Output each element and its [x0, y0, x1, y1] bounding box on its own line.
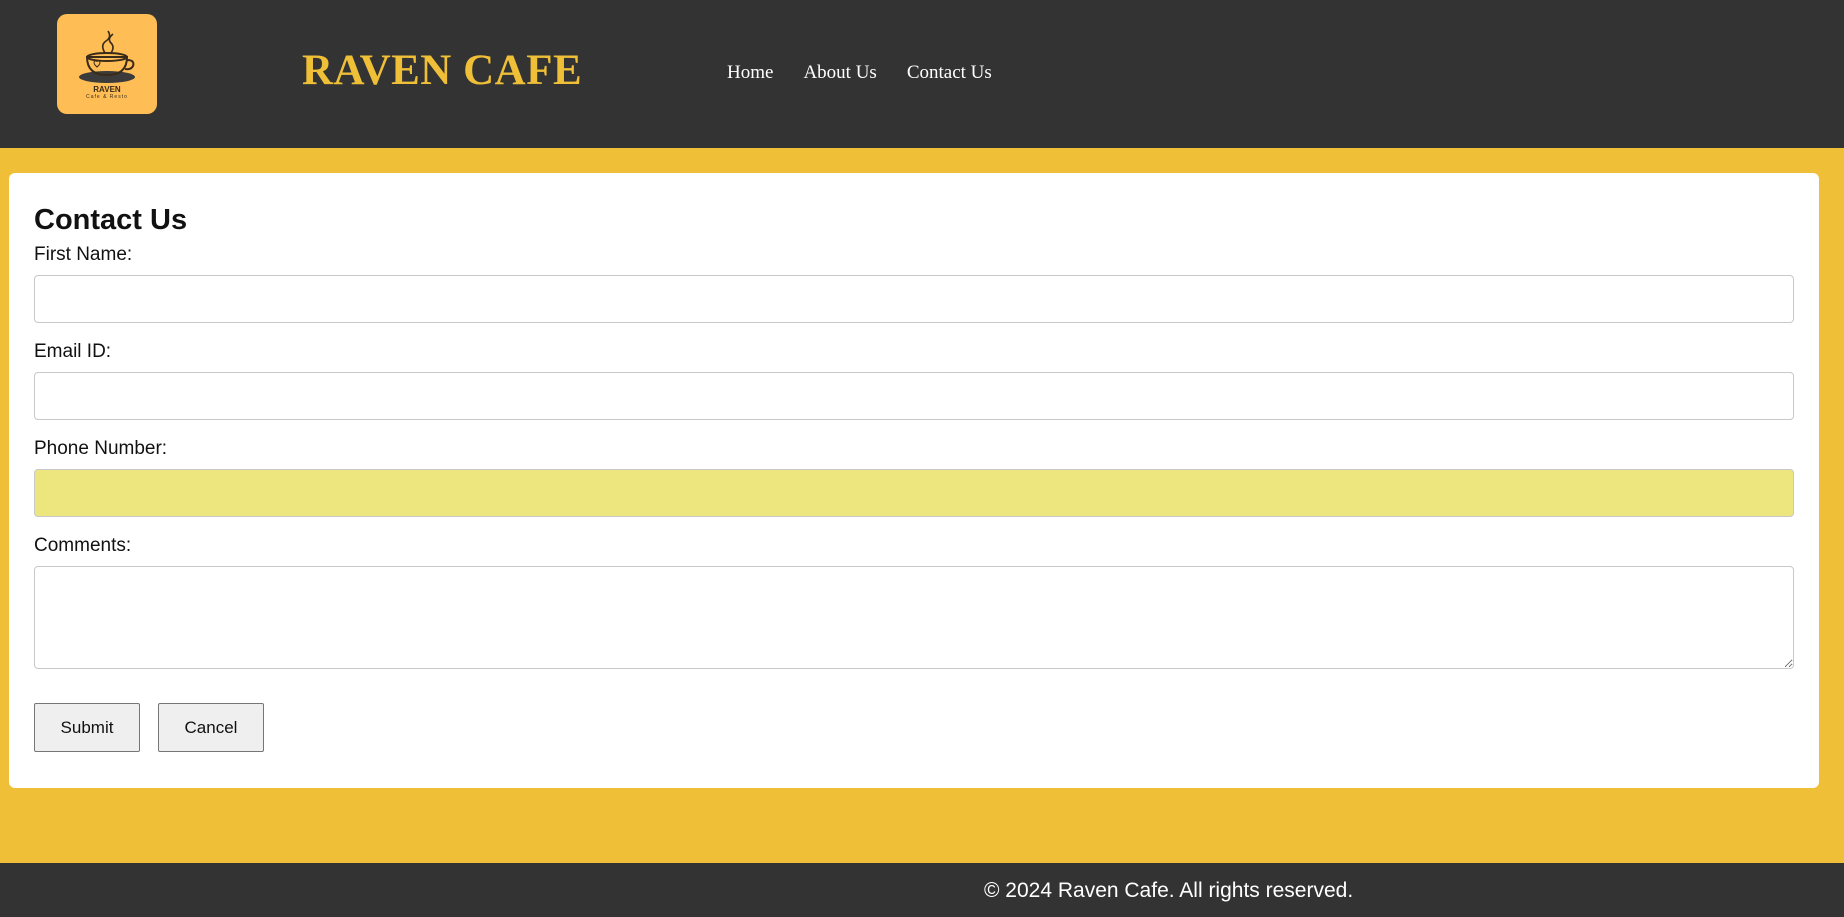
site-footer: © 2024 Raven Cafe. All rights reserved.	[0, 863, 1844, 917]
site-title: RAVEN CAFE	[302, 47, 583, 94]
copyright-text: © 2024 Raven Cafe. All rights reserved.	[984, 879, 1354, 902]
contact-form-card: Contact Us First Name: Email ID: Phone N…	[9, 173, 1819, 788]
first-name-label: First Name:	[34, 244, 133, 265]
phone-input[interactable]	[34, 469, 1794, 517]
logo-subtitle: Cafe & Resto	[86, 93, 128, 100]
cancel-button[interactable]: Cancel	[158, 703, 264, 752]
logo[interactable]: RAVEN Cafe & Resto	[57, 14, 157, 114]
nav-about-us[interactable]: About Us	[803, 62, 876, 84]
comments-label: Comments:	[34, 535, 132, 556]
logo-name: RAVEN	[93, 84, 121, 94]
first-name-input[interactable]	[34, 275, 1794, 323]
coffee-cup-icon	[79, 30, 135, 83]
form-actions: Submit Cancel	[34, 703, 1794, 752]
site-header: RAVEN Cafe & Resto RAVEN CAFE Home About…	[0, 0, 1844, 148]
page-title: Contact Us	[34, 204, 188, 236]
submit-button[interactable]: Submit	[34, 703, 140, 752]
nav-contact-us[interactable]: Contact Us	[907, 62, 992, 84]
comments-textarea[interactable]	[34, 566, 1794, 669]
email-input[interactable]	[34, 372, 1794, 420]
phone-label: Phone Number:	[34, 438, 168, 459]
nav-home[interactable]: Home	[727, 62, 773, 84]
main-nav: Home About Us Contact Us	[727, 62, 992, 84]
email-label: Email ID:	[34, 341, 112, 362]
